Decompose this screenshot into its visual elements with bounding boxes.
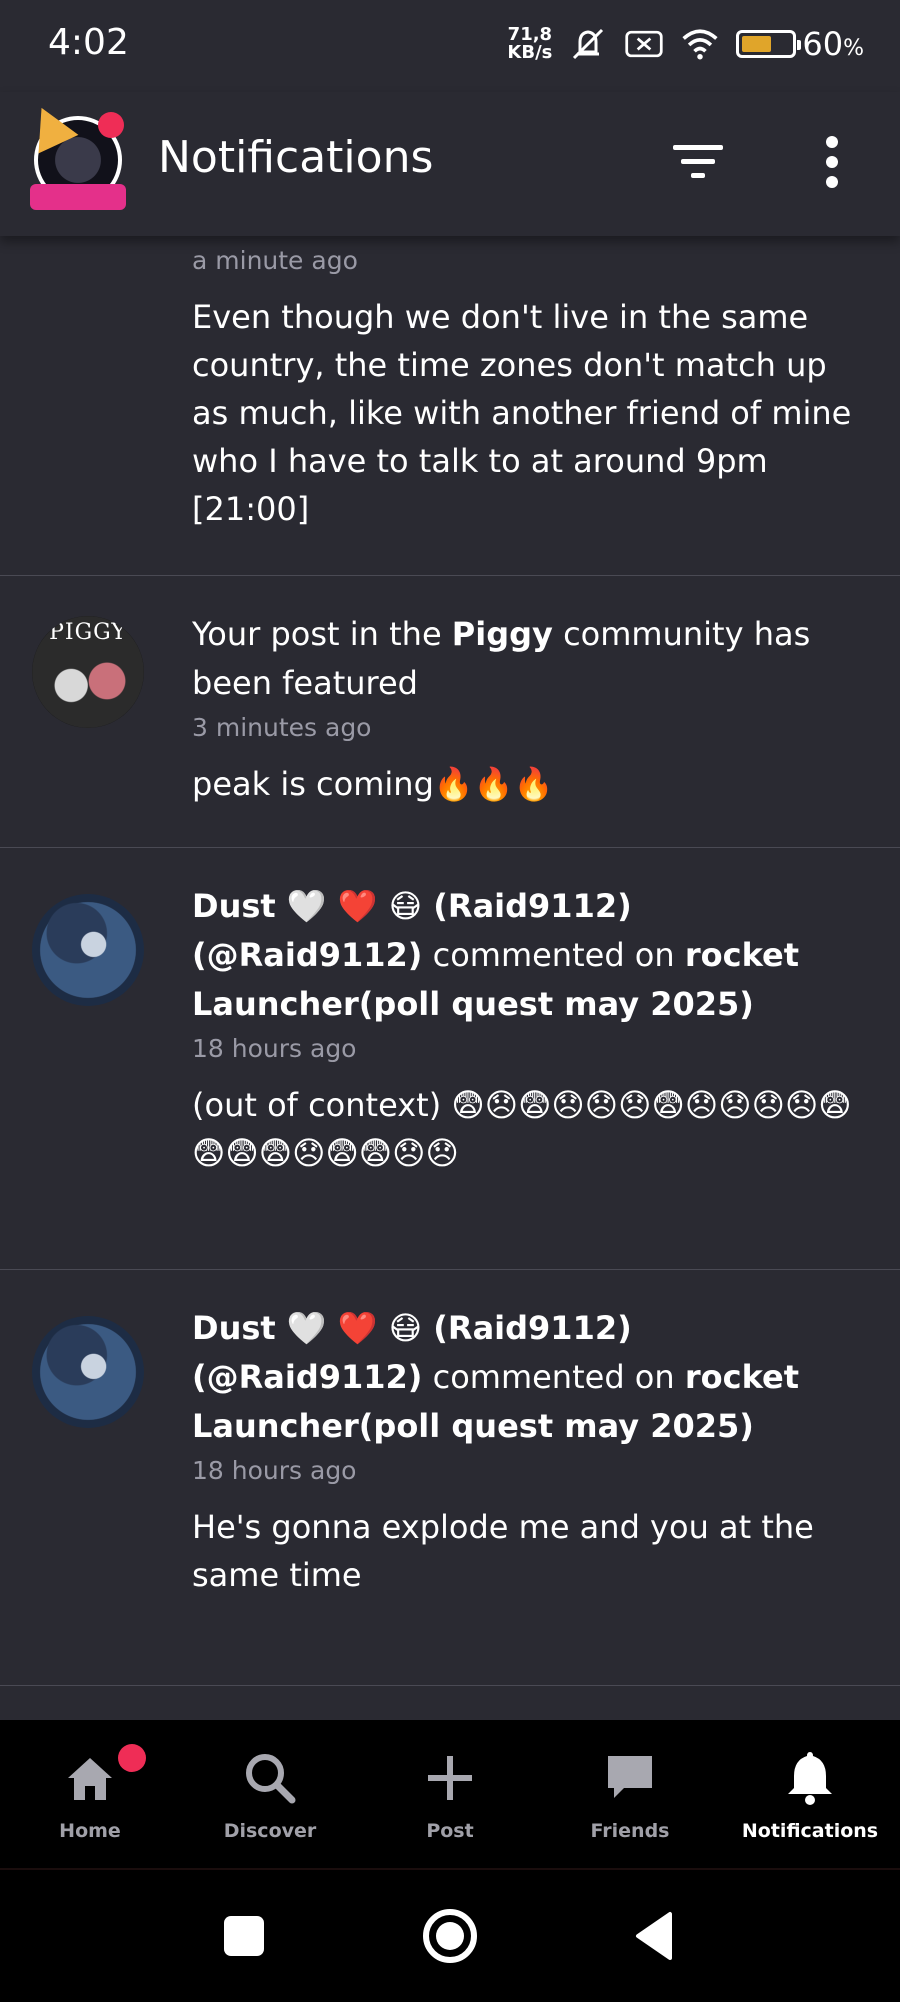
notification-headline: Dust 🤍 ❤️ 😷 (Raid9112) (@Raid9112) comme… xyxy=(192,1304,870,1451)
notification-headline-cutoff xyxy=(192,236,870,241)
battery-percent-value: 60 xyxy=(802,25,844,63)
notification-time: 18 hours ago xyxy=(192,1456,357,1485)
nav-home[interactable]: Home xyxy=(0,1720,180,1868)
nav-notifications-label: Notifications xyxy=(741,1820,879,1842)
notification-headline: Dust 🤍 ❤️ 😷 (Raid9112) (@Raid9112) comme… xyxy=(192,882,870,1029)
network-speed: 71,8 KB/s xyxy=(507,26,552,62)
notification-item[interactable]: Dust 🤍 ❤️ 😷 (Raid9112) (@Raid9112) comme… xyxy=(0,848,900,1270)
status-bar: 4:02 71,8 KB/s 60% xyxy=(0,0,900,92)
notification-headline: Your post in the Piggy community has bee… xyxy=(192,610,870,708)
status-time: 4:02 xyxy=(48,22,129,63)
bell-icon xyxy=(788,1752,832,1805)
filter-icon[interactable] xyxy=(668,132,728,192)
home-system-button[interactable] xyxy=(420,1906,480,1966)
nav-post[interactable]: Post xyxy=(360,1720,540,1868)
notification-time: 18 hours ago xyxy=(192,1034,357,1063)
mute-bell-icon xyxy=(568,24,608,64)
battery-icon xyxy=(736,30,802,58)
nav-post-label: Post xyxy=(426,1820,474,1842)
page-title: Notifications xyxy=(158,132,434,183)
notification-text: (out of context) 😨😞😨😞😞😞😨😞😞😞😞😨 😨😨😨😞😨😨😞😞 xyxy=(192,1086,852,1172)
no-sim-icon xyxy=(624,24,664,64)
back-triangle-icon xyxy=(636,1912,672,1960)
notification-text: peak is coming🔥🔥🔥 xyxy=(192,765,554,803)
user-avatar[interactable] xyxy=(32,1316,144,1428)
comment-action: commented on xyxy=(422,936,685,974)
notification-text: He's gonna explode me and you at the sam… xyxy=(192,1508,814,1594)
notification-time: 3 minutes ago xyxy=(192,713,372,742)
nav-friends[interactable]: Friends xyxy=(540,1720,720,1868)
notification-item[interactable]: PIGGY Your post in the Piggy community h… xyxy=(0,576,900,848)
notification-item[interactable]: Dust 🤍 ❤️ 😷 (Raid9112) (@Raid9112) comme… xyxy=(0,1270,900,1686)
recent-apps-button[interactable] xyxy=(214,1906,274,1966)
back-button[interactable] xyxy=(626,1906,686,1966)
home-icon xyxy=(68,1758,112,1800)
app-header: Notifications xyxy=(0,92,900,236)
battery-indicator: 60% xyxy=(736,25,864,63)
nav-home-label: Home xyxy=(59,1820,121,1842)
nav-notifications[interactable]: Notifications xyxy=(720,1720,900,1868)
profile-avatar[interactable] xyxy=(21,98,130,210)
square-icon xyxy=(224,1916,264,1956)
nav-discover[interactable]: Discover xyxy=(180,1720,360,1868)
battery-level xyxy=(742,36,772,52)
wifi-icon xyxy=(680,24,720,64)
more-options-icon[interactable] xyxy=(812,130,852,194)
chat-icon xyxy=(608,1756,652,1798)
nav-friends-label: Friends xyxy=(590,1820,670,1842)
notification-text: Even though we don't live in the same co… xyxy=(192,298,852,528)
search-icon xyxy=(246,1754,296,1804)
community-avatar[interactable]: PIGGY xyxy=(32,616,144,728)
status-icons: 71,8 KB/s 60% xyxy=(507,24,864,64)
profile-notification-dot xyxy=(98,112,124,138)
user-avatar[interactable] xyxy=(32,894,144,1006)
community-name[interactable]: Piggy xyxy=(452,615,553,653)
notification-item[interactable]: a minute ago Even though we don't live i… xyxy=(0,236,900,576)
battery-percent-symbol: % xyxy=(843,36,864,61)
battery-percent: 60% xyxy=(802,25,864,63)
system-navigation-bar xyxy=(0,1868,900,2002)
circle-icon xyxy=(423,1909,477,1963)
comment-action: commented on xyxy=(422,1358,685,1396)
notification-feed[interactable]: a minute ago Even though we don't live i… xyxy=(0,236,900,1720)
headline-prefix: Your post in the xyxy=(192,615,452,653)
plus-icon xyxy=(428,1756,472,1800)
home-notification-badge xyxy=(118,1744,146,1772)
notification-time: a minute ago xyxy=(192,246,358,275)
bottom-navigation: Home Discover Post Friends Notifications xyxy=(0,1720,900,1868)
community-avatar-label: PIGGY xyxy=(49,620,127,645)
network-speed-unit: KB/s xyxy=(507,42,553,63)
nav-discover-label: Discover xyxy=(223,1820,317,1842)
